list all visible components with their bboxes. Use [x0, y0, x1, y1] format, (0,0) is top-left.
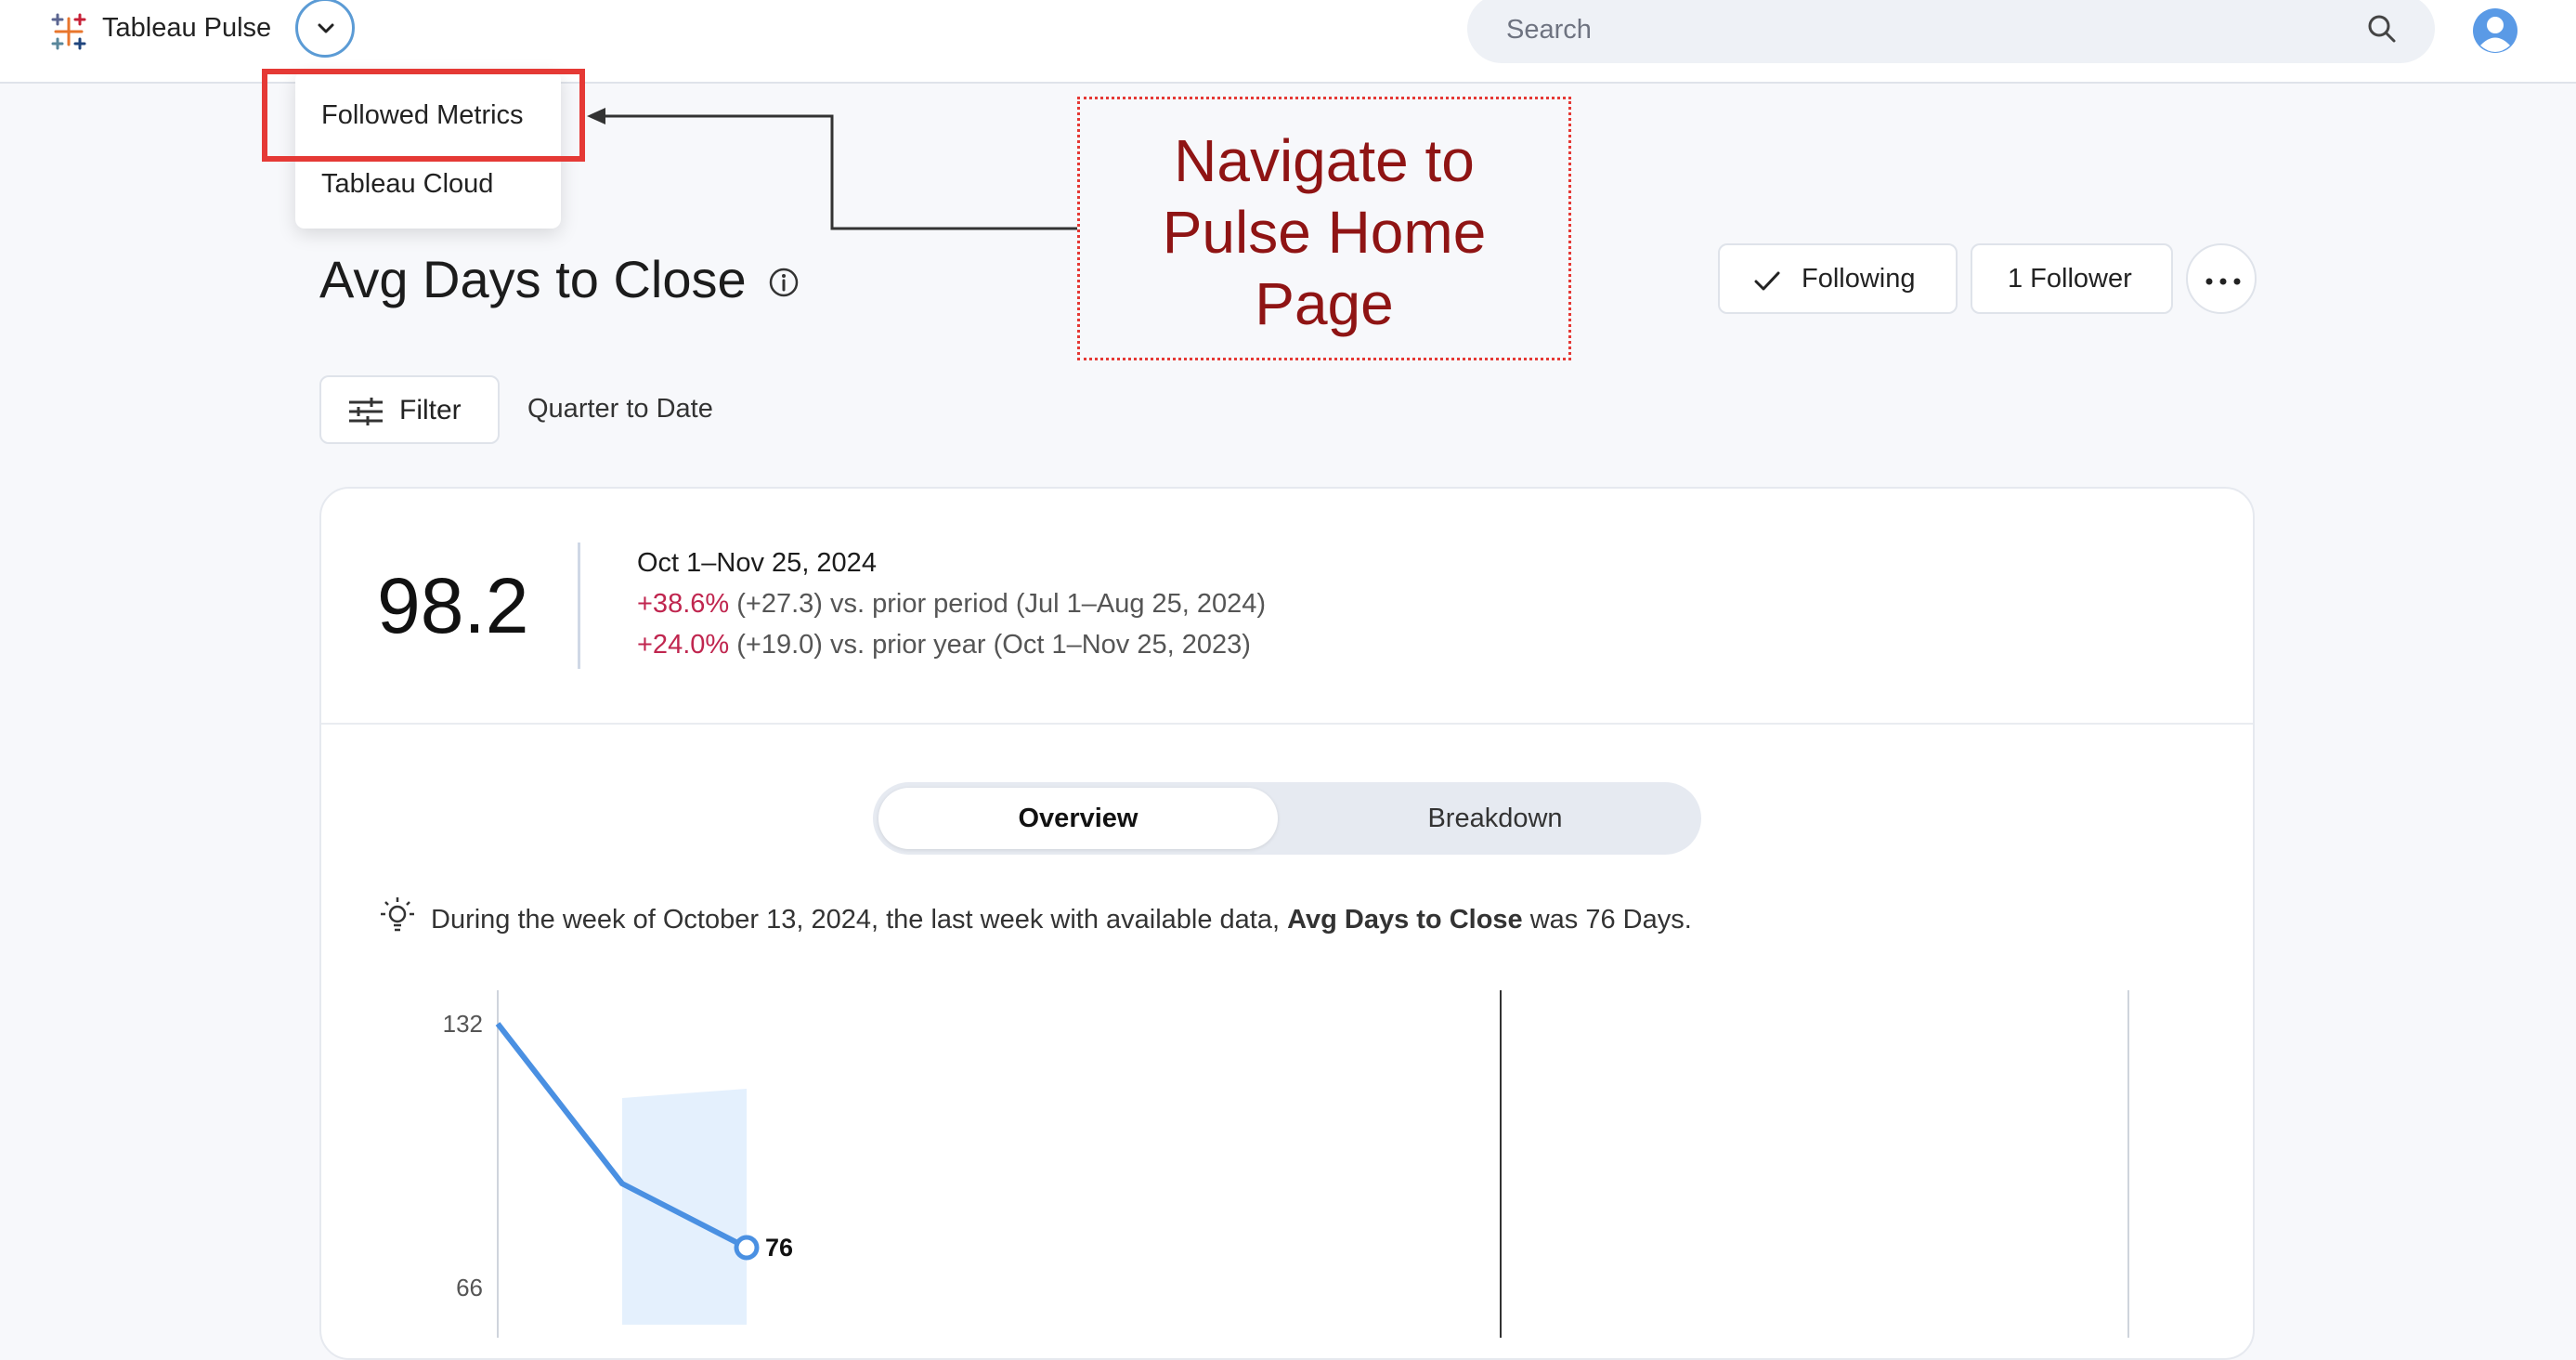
y-tick-label: 66 — [456, 1274, 483, 1301]
y-tick-label: 132 — [443, 1010, 483, 1038]
last-data-point[interactable] — [734, 1235, 760, 1261]
last-point-label: 76 — [765, 1234, 793, 1262]
confidence-band — [622, 1089, 747, 1325]
metric-trend-chart: 132 66 76 — [443, 990, 2129, 1338]
